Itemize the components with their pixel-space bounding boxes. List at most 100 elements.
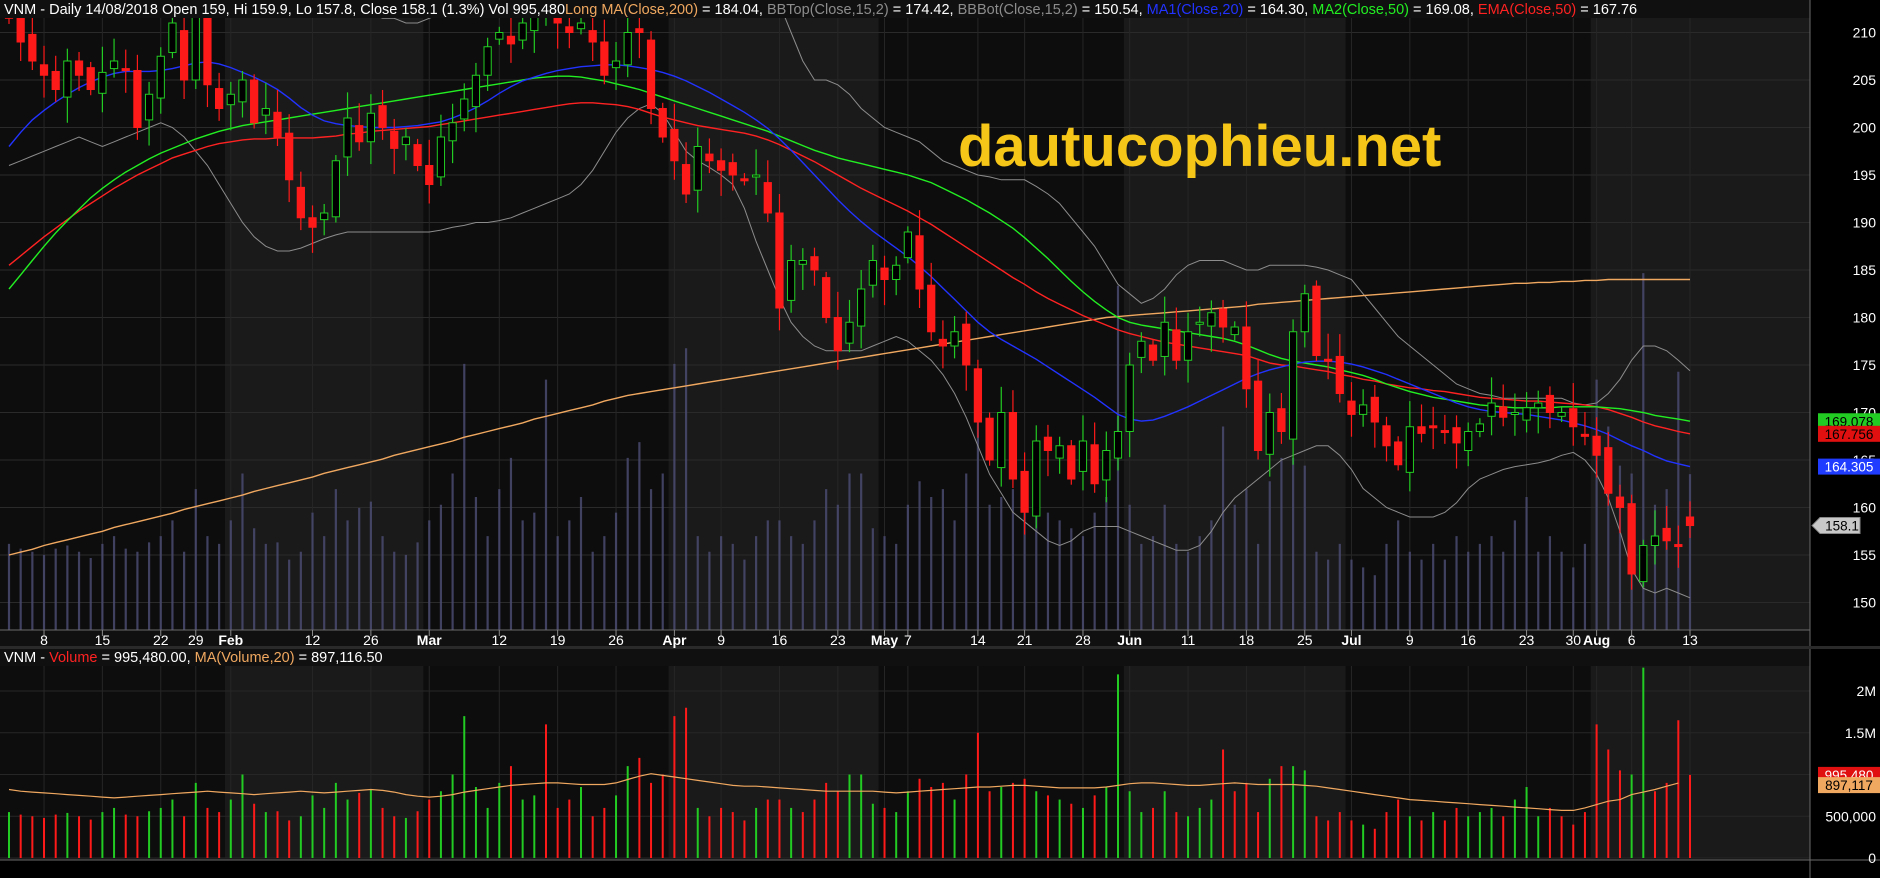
- volume-y-tick-label: 1.5M: [1845, 725, 1876, 741]
- volume-y-tick-label: 500,000: [1825, 808, 1876, 824]
- candle-up: [483, 46, 492, 76]
- candle-up: [1195, 321, 1204, 325]
- price-band: [1590, 18, 1810, 630]
- candle-up: [1183, 331, 1193, 361]
- candle-down: [1008, 412, 1018, 480]
- candle-down: [1394, 441, 1403, 466]
- candle-down: [962, 323, 971, 366]
- candle-up: [1475, 423, 1484, 432]
- price-header-segment: = 184.04,: [698, 2, 767, 18]
- candle-down: [1172, 329, 1181, 361]
- candle-up: [751, 174, 761, 178]
- candle-up: [1113, 431, 1123, 459]
- candle-down: [915, 235, 924, 290]
- candle-down: [1242, 326, 1251, 390]
- candle-up: [997, 412, 1006, 469]
- candle-up: [892, 264, 901, 280]
- candle-down: [16, 18, 25, 43]
- price-header-segment: = 164.30,: [1243, 2, 1312, 18]
- candle-up: [1300, 293, 1309, 333]
- candle-down: [1020, 470, 1029, 513]
- candle-down: [681, 164, 691, 195]
- volume-value-badges: 995,480897,117: [1818, 766, 1880, 794]
- price-header-segment: = 150.54,: [1078, 2, 1147, 18]
- date-tick-label: Mar: [417, 632, 442, 648]
- candle-down: [74, 60, 84, 76]
- price-y-tick-label: 195: [1853, 167, 1877, 183]
- date-tick-label: 9: [717, 632, 725, 648]
- candle-down: [740, 178, 749, 182]
- candle-up: [471, 74, 481, 108]
- date-tick-label: 7: [904, 632, 912, 648]
- candle-down: [1627, 503, 1636, 575]
- candle-up: [320, 212, 329, 221]
- price-y-tick-label: 185: [1853, 262, 1877, 278]
- candle-down: [1452, 427, 1461, 444]
- candle-down: [413, 144, 422, 167]
- price-value-badges: 169.078167.756164.305158.1: [1811, 413, 1880, 535]
- price-header-segment: BBBot(Close,15,2): [958, 2, 1078, 18]
- date-tick-label: Jun: [1117, 632, 1142, 648]
- candle-up: [495, 32, 504, 40]
- candle-down: [985, 417, 994, 461]
- candle-down: [1043, 436, 1053, 452]
- date-tick-label: 23: [830, 632, 846, 648]
- watermark: dautucophieu.net: [958, 114, 1441, 179]
- candle-down: [810, 256, 819, 271]
- candle-up: [845, 321, 854, 344]
- price-y-tick-label: 160: [1853, 500, 1877, 516]
- volume-header-segment: VNM -: [4, 650, 49, 666]
- candle-up: [1405, 426, 1414, 473]
- candle-up: [857, 288, 866, 327]
- candle-up: [343, 117, 352, 158]
- price-panel-background: [0, 0, 1810, 646]
- candle-up: [1487, 402, 1496, 417]
- candle-down: [1429, 425, 1438, 429]
- price-band: [0, 18, 225, 630]
- candle-up: [1055, 445, 1064, 459]
- volume-band: [668, 666, 879, 858]
- candle-up: [98, 71, 107, 94]
- date-tick-label: Aug: [1583, 632, 1610, 648]
- price-header-segment: EMA(Close,50): [1478, 2, 1576, 18]
- candle-down: [588, 30, 597, 43]
- date-tick-label: 13: [1682, 632, 1698, 648]
- indicator-badge-label: 167.756: [1825, 427, 1874, 442]
- candle-up: [576, 22, 586, 30]
- candle-down: [1382, 425, 1391, 447]
- candle-down: [1090, 444, 1099, 485]
- candle-down: [250, 79, 259, 124]
- candle-down: [1370, 396, 1379, 423]
- volume-band: [1590, 666, 1810, 858]
- volume-header-segment: MA(Volume,20): [195, 650, 295, 666]
- candle-down: [1580, 433, 1590, 437]
- price-header-segment: = 167.76: [1576, 2, 1637, 18]
- candle-up: [798, 260, 807, 265]
- candle-down: [833, 317, 842, 352]
- candle-down: [705, 153, 714, 162]
- price-header-segment: MA2(Close,50): [1312, 2, 1409, 18]
- indicator-badge-label: 164.305: [1825, 460, 1874, 475]
- candle-down: [728, 162, 737, 176]
- date-tick-label: 28: [1075, 632, 1091, 648]
- date-tick-label: 25: [1297, 632, 1313, 648]
- date-tick-label: 16: [772, 632, 788, 648]
- candle-down: [51, 70, 60, 90]
- candle-down: [565, 26, 574, 33]
- candle-up: [168, 22, 177, 53]
- candle-up: [518, 22, 527, 41]
- candle-down: [1323, 358, 1333, 362]
- candle-up: [1522, 407, 1531, 421]
- candle-up: [448, 122, 457, 142]
- candle-down: [1615, 496, 1625, 508]
- candle-down: [763, 182, 772, 214]
- candle-down: [133, 70, 142, 128]
- candle-down: [600, 41, 609, 76]
- date-tick-label: 8: [40, 632, 48, 648]
- price-header-segment: Long MA(Close,200): [565, 2, 698, 18]
- chart-canvas[interactable]: dautucophieu.net 15015516016517017518018…: [0, 0, 1880, 878]
- candle-down: [1569, 408, 1578, 428]
- candle-down: [378, 105, 387, 129]
- last-price-badge-label: 158.1: [1825, 519, 1859, 534]
- candle-down: [1148, 344, 1158, 361]
